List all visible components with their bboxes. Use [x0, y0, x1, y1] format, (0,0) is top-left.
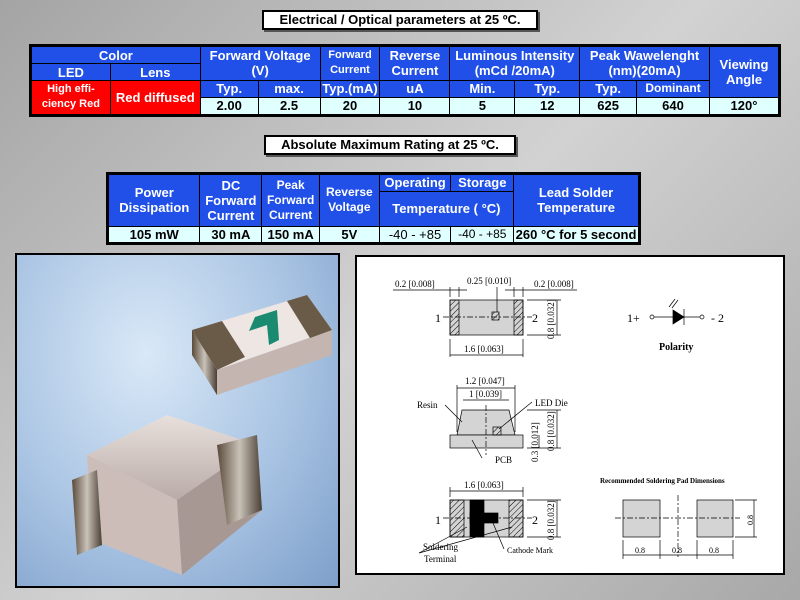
resin-label: Resin	[417, 400, 438, 410]
led-value: High effi-ciency Red	[30, 79, 111, 117]
header-forward-voltage: Forward Voltage (V)	[199, 45, 321, 81]
value-reverse: 5V	[318, 225, 380, 244]
pin1-bottom: 1	[435, 513, 441, 527]
sub-rc-unit: uA	[379, 79, 451, 98]
sub-li-typ: Typ.	[514, 79, 581, 98]
polarity-label: Polarity	[659, 342, 693, 353]
pin2-bottom: 2	[532, 513, 538, 527]
cathode-mark-label: Cathode Mark	[507, 546, 553, 555]
header-lead: Lead Solder Temperature	[513, 173, 640, 227]
header-peak-current: Peak Forward Current	[261, 173, 320, 227]
pad-dim-1: 0.8	[635, 546, 645, 555]
header-reverse-voltage: Reverse Voltage	[318, 173, 380, 227]
value-lead: 260 °C for 5 second	[513, 225, 640, 244]
value-power: 105 mW	[106, 225, 201, 244]
header-power: Power Dissipation	[106, 173, 201, 227]
header-luminous: Luminous Intensity (mCd /20mA)	[449, 45, 581, 81]
absolute-table: Power Dissipation DC Forward Current Pea…	[106, 172, 641, 245]
pin1-top: 1	[435, 311, 441, 325]
sub-fc-typ: Typ.(mA)	[319, 79, 381, 98]
dim-08-bottom: 0.8 [0.032]	[546, 500, 556, 540]
header-lens: Lens	[109, 63, 201, 81]
led-bottom-chip	[72, 415, 262, 575]
header-dc: DC Forward Current	[199, 173, 263, 227]
value-li-typ: 12	[514, 96, 581, 117]
value-storage: -40 - +85	[450, 225, 515, 244]
electrical-table: Color Forward Voltage (V) Forward Curren…	[29, 44, 781, 117]
polarity-right: - 2	[711, 311, 724, 325]
header-peak: Peak Wawelenght (nm)(20mA)	[579, 45, 710, 81]
value-pw-dom: 640	[636, 96, 710, 117]
value-li-min: 5	[449, 96, 516, 117]
header-led: LED	[30, 63, 111, 81]
dim-16-bottom: 1.6 [0.063]	[464, 480, 504, 490]
absolute-title: Absolute Maximum Rating at 25 ºC.	[264, 135, 516, 155]
header-reverse-current: Reverse Current	[379, 45, 451, 81]
value-peak: 150 mA	[261, 225, 320, 244]
sub-pw-dom: Dominant	[636, 79, 710, 98]
dimension-drawing: 0.2 [0.008] 0.25 [0.010] 0.2 [0.008] 1.6…	[355, 255, 785, 575]
sub-li-min: Min.	[449, 79, 516, 98]
dim-08-side: 0.8 [0.032]	[546, 411, 556, 451]
soldering-label: Soldering	[423, 542, 458, 552]
dim-08-top: 0.8 [0.032]	[546, 299, 556, 339]
polarity-left: 1+	[627, 311, 640, 325]
header-forward-current: Forward Current	[319, 45, 381, 81]
pad-dim-3: 0.8	[709, 546, 719, 555]
electrical-title: Electrical / Optical parameters at 25 ºC…	[262, 10, 538, 30]
dim-02-right: 0.2 [0.008]	[534, 279, 574, 289]
dim-03: 0.3 [0.012]	[530, 422, 540, 462]
sub-fv-typ: Typ.	[199, 79, 259, 98]
led-top-chip	[192, 295, 332, 395]
lens-value: Red diffused	[109, 79, 201, 117]
header-viewing: Viewing Angle	[709, 45, 780, 98]
value-viewing: 120°	[709, 96, 780, 117]
value-fv-typ: 2.00	[199, 96, 259, 117]
pin2-top: 2	[532, 311, 538, 325]
header-temperature: Temperature ( °C)	[378, 190, 515, 227]
value-fv-max: 2.5	[257, 96, 321, 117]
header-operating: Operating	[378, 173, 452, 192]
value-dc: 30 mA	[199, 225, 263, 244]
terminal-label: Terminal	[424, 554, 457, 564]
pad-dim-height: 0.8	[746, 515, 755, 525]
pad-title: Recommended Soldering Pad Dimensions	[600, 477, 725, 485]
pad-dim-2: 0.8	[672, 546, 682, 555]
led-product-photo	[15, 253, 340, 588]
pcb-label: PCB	[495, 455, 512, 465]
dim-16-top: 1.6 [0.063]	[464, 344, 504, 354]
dim-025: 0.25 [0.010]	[467, 276, 511, 286]
dim-12: 1.2 [0.047]	[465, 376, 505, 386]
value-rc: 10	[379, 96, 451, 117]
dim-02-left: 0.2 [0.008]	[395, 279, 435, 289]
header-storage: Storage	[450, 173, 515, 192]
header-color: Color	[30, 44, 201, 65]
sub-fv-max: max.	[257, 79, 321, 98]
value-operating: -40 - +85	[378, 225, 452, 244]
value-fc: 20	[319, 96, 381, 117]
sub-pw-typ: Typ.	[579, 79, 638, 98]
value-pw-typ: 625	[579, 96, 638, 117]
dim-1: 1 [0.039]	[469, 389, 502, 399]
led-die-label: LED Die	[535, 398, 568, 408]
